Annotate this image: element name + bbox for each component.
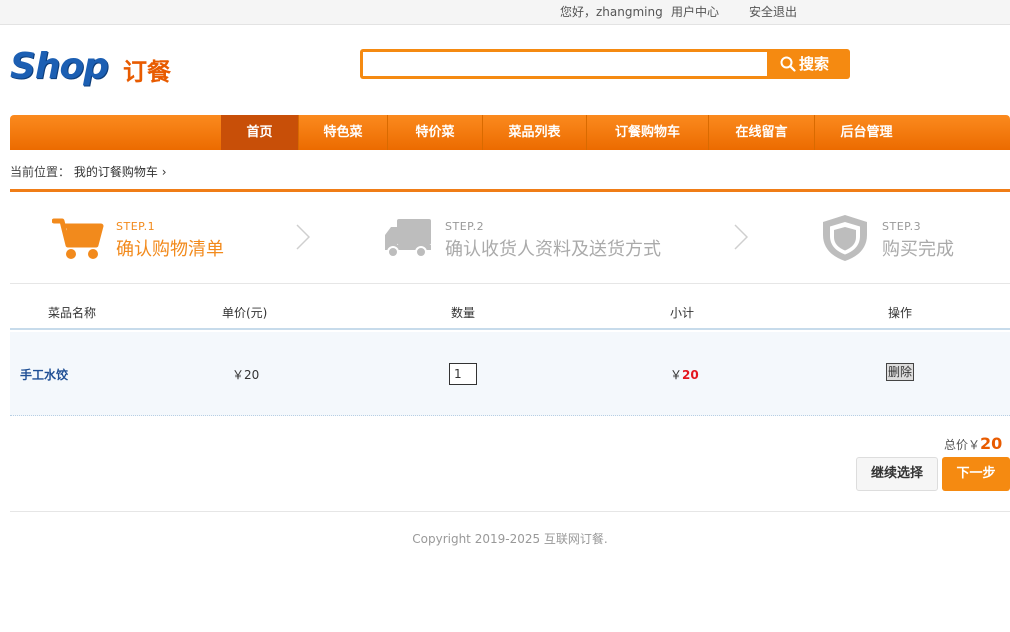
subtotal-value: 20 (682, 368, 699, 382)
top-bar: 您好，zhangming 用户中心 安全退出 (0, 0, 1010, 25)
total-label: 总价￥ (944, 438, 981, 452)
search-icon (780, 56, 796, 72)
column-header-name: 菜品名称 (48, 306, 97, 320)
column-header-price: 单价(元) (222, 306, 268, 320)
column-header-quantity: 数量 (451, 306, 476, 320)
column-header-subtotal: 小计 (670, 306, 695, 320)
nav-item-cart[interactable]: 订餐购物车 (587, 115, 709, 150)
shield-icon (823, 215, 867, 261)
delete-button[interactable]: 删除 (886, 363, 915, 381)
dish-name-link[interactable]: 手工水饺 (20, 366, 68, 383)
search-button-label: 搜索 (799, 55, 830, 73)
cart-table-header: 菜品名称 单价(元) 数量 小计 操作 (10, 300, 1010, 330)
user-greeting: 您好，zhangming (560, 5, 663, 19)
chevron-right-icon (734, 224, 748, 250)
unit-price: ￥20 (232, 368, 260, 382)
breadcrumb-current[interactable]: 我的订餐购物车 (74, 165, 158, 179)
nav-item-menu-list[interactable]: 菜品列表 (483, 115, 587, 150)
table-row: 手工水饺 ￥20 1 ￥20 删除 (10, 332, 1010, 416)
search-button[interactable]: 搜索 (770, 49, 850, 79)
order-total: 总价￥20 (944, 434, 1002, 453)
quantity-input[interactable]: 1 (449, 363, 477, 385)
breadcrumb: 当前位置： 我的订餐购物车 › (10, 163, 167, 180)
site-logo[interactable]: Shop 订餐 (10, 46, 190, 92)
logo-suffix: 订餐 (123, 57, 171, 86)
breadcrumb-divider (10, 189, 1010, 192)
footer-divider (10, 511, 1010, 512)
nav-item-discount[interactable]: 特价菜 (388, 115, 483, 150)
steps-divider (10, 283, 1010, 284)
step-2-number: STEP.2 (445, 220, 485, 233)
nav-item-message[interactable]: 在线留言 (709, 115, 815, 150)
step-3-number: STEP.3 (882, 220, 922, 233)
chevron-right-icon (296, 224, 310, 250)
search-bar: 搜索 (360, 49, 850, 79)
truck-icon (385, 219, 431, 258)
column-header-action: 操作 (888, 306, 913, 320)
breadcrumb-label: 当前位置： (10, 165, 71, 179)
step-2-title: 确认收货人资料及送货方式 (445, 239, 661, 260)
row-subtotal: ￥20 (670, 366, 699, 383)
step-1-title: 确认购物清单 (116, 239, 224, 260)
copyright: Copyright 2019-2025 互联网订餐. (412, 532, 608, 546)
step-1-number: STEP.1 (116, 220, 156, 233)
step-3-title: 购买完成 (882, 239, 954, 260)
nav-item-specialty[interactable]: 特色菜 (299, 115, 388, 150)
main-nav: 首页 特色菜 特价菜 菜品列表 订餐购物车 在线留言 后台管理 (10, 115, 1010, 150)
user-center-link[interactable]: 用户中心 (671, 3, 719, 20)
next-step-button[interactable]: 下一步 (942, 457, 1010, 491)
subtotal-currency: ￥ (670, 368, 683, 382)
logout-link[interactable]: 安全退出 (749, 3, 797, 20)
nav-item-admin[interactable]: 后台管理 (815, 115, 918, 150)
breadcrumb-separator: › (161, 165, 167, 179)
nav-item-home[interactable]: 首页 (221, 115, 299, 150)
logo-brand: Shop (10, 46, 109, 87)
search-input[interactable] (363, 52, 767, 76)
total-value: 20 (980, 434, 1003, 453)
cart-icon (52, 218, 104, 259)
continue-shopping-button[interactable]: 继续选择 (856, 457, 938, 491)
